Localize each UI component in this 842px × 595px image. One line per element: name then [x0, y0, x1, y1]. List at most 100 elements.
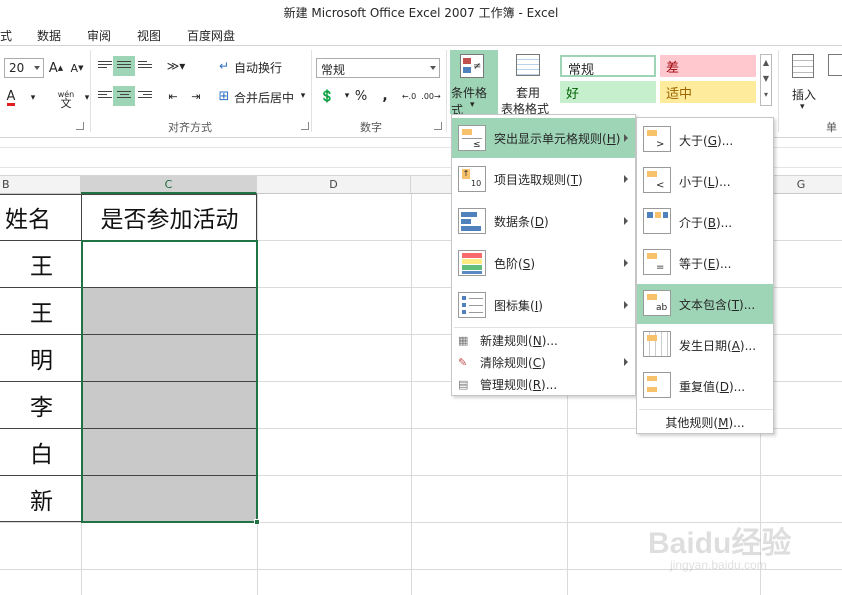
submenu-item-text-contains[interactable]: ab 文本包含(T)... [637, 284, 773, 324]
chevron-down-icon [34, 66, 40, 70]
fill-handle[interactable] [254, 519, 260, 525]
number-format-select[interactable]: 常规 [316, 58, 440, 78]
grow-font-button[interactable]: A ▲ [45, 58, 67, 78]
format-as-table-button[interactable]: 套用 表格格式 [500, 50, 556, 116]
cell-c1[interactable]: 是否参加活动 [82, 194, 257, 240]
align-bottom-button[interactable] [134, 56, 156, 76]
font-group-launcher[interactable] [76, 122, 84, 130]
styles-gallery-scroll[interactable]: ▲ ▼ ▾ [760, 54, 772, 106]
cell-b4[interactable]: 明 [0, 334, 81, 381]
cell-b5[interactable]: 李 [0, 381, 81, 428]
menu-item-data-bars[interactable]: 数据条(D) [452, 201, 635, 241]
align-right-button[interactable] [134, 86, 156, 106]
style-normal[interactable]: 常规 [560, 55, 656, 78]
submenu-item-label: 文本包含(T)... [679, 297, 756, 312]
data-bars-icon [458, 208, 486, 234]
submenu-item-equal-to[interactable]: = 等于(E)... [637, 243, 773, 283]
font-color-button[interactable]: A [0, 88, 22, 108]
menu-separator [454, 327, 635, 328]
submenu-item-date-occurring[interactable]: 发生日期(A)... [637, 325, 773, 365]
submenu-item-between[interactable]: 介于(B)... [637, 202, 773, 242]
column-header-b[interactable]: B [0, 176, 81, 194]
group-separator [446, 50, 447, 132]
tab-formulas[interactable]: 式 [0, 27, 12, 44]
group-separator [778, 50, 779, 132]
align-top-icon [98, 60, 112, 72]
percent-button[interactable]: % [350, 86, 372, 106]
increase-indent-button[interactable]: ⇥ [185, 86, 207, 106]
decrease-decimal-button[interactable]: .00→ [420, 86, 442, 106]
menu-item-icon-sets[interactable]: 图标集(I) [452, 285, 635, 325]
tab-baidu-netdisk[interactable]: 百度网盘 [187, 27, 235, 44]
font-color-dropdown[interactable]: ▾ [22, 88, 44, 108]
number-group-launcher[interactable] [434, 122, 442, 130]
align-center-button[interactable] [113, 86, 135, 106]
menu-item-new-rule[interactable]: ▦ 新建规则(N)... [452, 329, 635, 351]
insert-cells-icon [792, 54, 814, 78]
submenu-arrow-icon [624, 358, 628, 366]
menu-item-label: 清除规则(C) [480, 355, 546, 370]
menu-item-clear-rules[interactable]: ✎ 清除规则(C) [452, 351, 635, 373]
menu-item-label: 数据条(D) [494, 214, 549, 229]
menu-item-label: 新建规则(N)... [480, 333, 558, 348]
shrink-font-button[interactable]: A ▼ [66, 58, 88, 78]
submenu-item-label: 等于(E)... [679, 256, 732, 271]
menu-item-label: 管理规则(R)... [480, 377, 558, 392]
orientation-button[interactable]: ≫▾ [165, 56, 187, 76]
delete-cells-icon [828, 54, 842, 76]
style-neutral[interactable]: 适中 [660, 81, 756, 103]
menu-item-highlight-cells-rules[interactable]: ≤ 突出显示单元格规则(H) [452, 118, 635, 158]
menu-item-label: 图标集(I) [494, 298, 543, 313]
tab-review[interactable]: 审阅 [87, 27, 111, 44]
menu-item-manage-rules[interactable]: ▤ 管理规则(R)... [452, 373, 635, 395]
wrap-text-button[interactable]: 自动换行 [234, 59, 282, 76]
insert-cells-button[interactable]: 插入 ▾ [788, 52, 822, 116]
submenu-item-greater-than[interactable]: > 大于(G)... [637, 120, 773, 160]
watermark: Baidu经验 jingyan.baidu.com [648, 510, 838, 580]
align-bottom-icon [138, 60, 152, 72]
clear-rules-icon: ✎ [458, 355, 468, 369]
tab-view[interactable]: 视图 [137, 27, 161, 44]
cell-b7[interactable]: 新 [0, 475, 81, 522]
decrease-indent-button[interactable]: ⇤ [162, 86, 184, 106]
alignment-group-launcher[interactable] [301, 122, 309, 130]
style-good[interactable]: 好 [560, 81, 656, 103]
align-middle-button[interactable] [113, 56, 135, 76]
between-icon [643, 208, 671, 234]
number-group-label: 数字 [360, 121, 382, 134]
conditional-formatting-button[interactable]: ≠ 条件格式 ▾ [450, 50, 498, 117]
ribbon-tabs: 式 数据 审阅 视图 百度网盘 [0, 22, 842, 46]
column-header-d[interactable]: D [257, 176, 411, 194]
cell-b3[interactable]: 王 [0, 287, 81, 334]
chevron-down-icon: ▾ [800, 102, 805, 112]
menu-item-color-scales[interactable]: 色阶(S) [452, 243, 635, 283]
menu-item-label: 项目选取规则(T) [494, 172, 583, 187]
cell-b1[interactable]: 姓名 [0, 194, 81, 240]
style-bad[interactable]: 差 [660, 55, 756, 77]
currency-button[interactable]: 💲 [316, 86, 338, 106]
menu-item-top-bottom-rules[interactable]: ↑ 10 项目选取规则(T) [452, 159, 635, 199]
wrap-text-icon: ↵ [218, 59, 230, 73]
selection-range [81, 240, 258, 523]
increase-decimal-button[interactable]: ←.0 [398, 86, 420, 106]
cell-b2[interactable]: 王 [0, 240, 81, 287]
highlight-cells-submenu: > 大于(G)... < 小于(L)... 介于(B)... = 等于(E)..… [636, 117, 774, 434]
submenu-item-duplicate-values[interactable]: 重复值(D)... [637, 366, 773, 406]
submenu-arrow-icon [624, 175, 628, 183]
submenu-item-less-than[interactable]: < 小于(L)... [637, 161, 773, 201]
font-size-select[interactable]: 20 [4, 58, 44, 78]
merge-center-icon: ⊞ [218, 88, 230, 104]
comma-button[interactable]: , [374, 86, 396, 106]
submenu-item-label: 小于(L)... [679, 174, 731, 189]
column-header-c[interactable]: C [81, 176, 257, 194]
new-rule-icon: ▦ [458, 333, 469, 347]
cell-b6[interactable]: 白 [0, 428, 81, 475]
tab-data[interactable]: 数据 [37, 27, 61, 44]
cell-b1-text: 姓名 [5, 207, 51, 233]
watermark-brand: Baidu经验 [648, 527, 792, 560]
phonetic-icon: 文 [60, 97, 72, 110]
greater-than-icon: > [643, 126, 671, 152]
icon-sets-icon [458, 292, 486, 318]
submenu-item-more-rules[interactable]: 其他规则(M)... [637, 411, 773, 433]
merge-center-button[interactable]: 合并后居中 [234, 89, 294, 106]
